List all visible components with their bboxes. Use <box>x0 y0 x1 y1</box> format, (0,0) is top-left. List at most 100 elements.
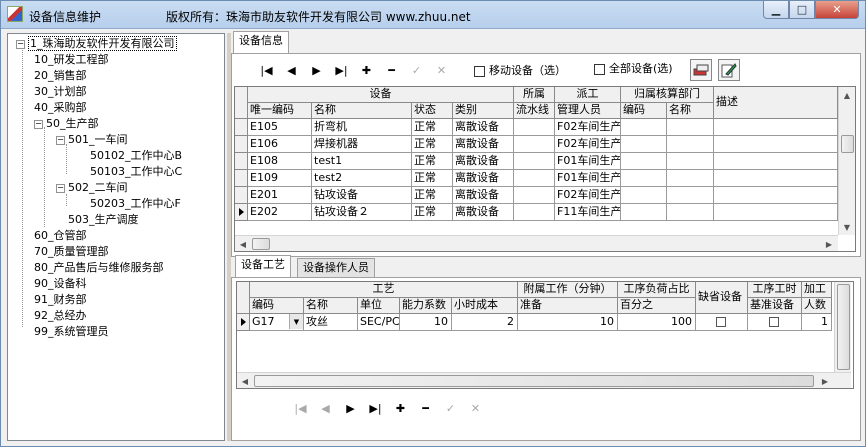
line-cell[interactable] <box>514 136 555 153</box>
dept-name-cell[interactable] <box>667 170 714 187</box>
scroll-thumb[interactable] <box>841 135 854 153</box>
post-record-button[interactable]: ✓ <box>404 60 429 80</box>
dept-name-cell[interactable] <box>667 136 714 153</box>
edit-notes-button[interactable] <box>718 59 740 81</box>
column-header-name[interactable]: 名称 <box>312 103 412 119</box>
row-indicator[interactable] <box>235 187 248 204</box>
department-tree[interactable]: −1_珠海助友软件开发有限公司 10_研发工程部 20_销售部 30_计划部 4… <box>7 33 225 441</box>
percent-cell[interactable]: 100 <box>618 314 696 331</box>
column-header-category[interactable]: 类别 <box>453 103 514 119</box>
manager-cell[interactable]: F11车间生产 <box>555 204 621 221</box>
maximize-button[interactable]: □ <box>789 1 815 19</box>
all-equipment-filter[interactable]: 全部设备(选) <box>594 62 673 76</box>
next-record-button[interactable]: ▶ <box>338 398 363 418</box>
column-header-dept-code[interactable]: 编码 <box>621 103 667 119</box>
row-indicator[interactable] <box>235 204 248 221</box>
category-cell[interactable]: 离散设备 <box>453 136 514 153</box>
scroll-right-icon[interactable]: ▶ <box>821 236 837 251</box>
std-device-cell[interactable] <box>748 314 802 331</box>
status-cell[interactable]: 正常 <box>412 187 453 204</box>
tree-item-dept[interactable]: 91_财务部 <box>34 292 87 308</box>
equipment-grid[interactable]: 设备 所属 派工 归属核算部门 描述 唯一编码 名称 状态 类别 流水线 管理人… <box>234 86 856 252</box>
column-header-hour-cost[interactable]: 小时成本 <box>452 298 518 314</box>
tree-item-dept[interactable]: 70_质量管理部 <box>34 244 109 260</box>
column-header-workers[interactable]: 人数 <box>802 298 832 314</box>
scroll-thumb[interactable] <box>837 284 850 370</box>
std-device-checkbox[interactable] <box>768 317 779 327</box>
category-cell[interactable]: 离散设备 <box>453 170 514 187</box>
column-header-unit[interactable]: 单位 <box>358 298 400 314</box>
first-record-button[interactable]: |◀ <box>288 398 313 418</box>
description-cell[interactable] <box>714 136 838 153</box>
manager-cell[interactable]: F02车间生产 <box>555 136 621 153</box>
scroll-down-icon[interactable]: ▼ <box>839 219 855 235</box>
tab-equipment-operators[interactable]: 设备操作人员 <box>297 258 375 278</box>
column-header-dept-name[interactable]: 名称 <box>667 103 714 119</box>
status-cell[interactable]: 正常 <box>412 153 453 170</box>
column-header-prepare[interactable]: 准备 <box>518 298 618 314</box>
tree-item-workcenter[interactable]: 50102_工作中心B <box>90 148 182 164</box>
process-grid-vscroll[interactable] <box>834 282 851 372</box>
collapse-icon[interactable]: − <box>34 119 43 129</box>
description-cell[interactable] <box>714 153 838 170</box>
tab-equipment-process[interactable]: 设备工艺 <box>235 255 291 277</box>
dept-code-cell[interactable] <box>621 204 667 221</box>
name-cell[interactable]: 焊接机器 <box>312 136 412 153</box>
manager-cell[interactable]: F02车间生产 <box>555 187 621 204</box>
tree-item-dept[interactable]: 92_总经办 <box>34 308 87 324</box>
tree-item-dept[interactable]: 30_计划部 <box>34 84 87 100</box>
tree-item-dept[interactable]: 40_采购部 <box>34 100 87 116</box>
row-indicator[interactable] <box>235 119 248 136</box>
status-cell[interactable]: 正常 <box>412 170 453 187</box>
name-cell[interactable]: test2 <box>312 170 412 187</box>
column-header-code[interactable]: 唯一编码 <box>248 103 312 119</box>
code-cell[interactable]: E109 <box>248 170 312 187</box>
close-button[interactable]: ✕ <box>815 1 859 19</box>
name-cell[interactable]: 钻攻设备 <box>312 187 412 204</box>
dept-name-cell[interactable] <box>667 153 714 170</box>
row-indicator[interactable] <box>235 153 248 170</box>
code-cell[interactable]: E106 <box>248 136 312 153</box>
dept-code-cell[interactable] <box>621 136 667 153</box>
mobile-equipment-filter[interactable]: 移动设备（选） <box>474 64 566 78</box>
capacity-cell[interactable]: 10 <box>400 314 452 331</box>
hour-cost-cell[interactable]: 2 <box>452 314 518 331</box>
row-indicator[interactable] <box>235 170 248 187</box>
tree-item-dept[interactable]: 60_仓管部 <box>34 228 87 244</box>
scroll-thumb[interactable] <box>254 375 814 387</box>
equipment-grid-hscroll[interactable]: ◀ ▶ <box>235 235 838 251</box>
tree-item-dept[interactable]: 20_销售部 <box>34 68 87 84</box>
eraser-button[interactable] <box>690 59 712 81</box>
cancel-edit-button[interactable]: ✕ <box>463 398 488 418</box>
name-cell[interactable]: 钻攻设备２ <box>312 204 412 221</box>
dept-code-cell[interactable] <box>621 170 667 187</box>
row-indicator[interactable] <box>235 136 248 153</box>
delete-record-button[interactable]: ━ <box>413 398 438 418</box>
tree-item-workshop-2[interactable]: −502_二车间 <box>56 180 128 196</box>
description-cell[interactable] <box>714 170 838 187</box>
dept-code-cell[interactable] <box>621 153 667 170</box>
manager-cell[interactable]: F02车间生产 <box>555 119 621 136</box>
tree-item-dept[interactable]: 80_产品售后与维修服务部 <box>34 260 164 276</box>
column-header-std-device[interactable]: 基准设备 <box>748 298 802 314</box>
collapse-icon[interactable]: − <box>56 135 65 145</box>
line-cell[interactable] <box>514 170 555 187</box>
tree-item-production[interactable]: −50_生产部 <box>34 116 99 132</box>
tree-item-dept[interactable]: 90_设备科 <box>34 276 87 292</box>
status-cell[interactable]: 正常 <box>412 204 453 221</box>
name-cell[interactable]: 折弯机 <box>312 119 412 136</box>
scroll-right-icon[interactable]: ▶ <box>817 373 833 388</box>
category-cell[interactable]: 离散设备 <box>453 119 514 136</box>
cancel-edit-button[interactable]: ✕ <box>429 60 454 80</box>
title-bar[interactable]: 设备信息维护 版权所有：珠海市助友软件开发有限公司 www.zhuu.net ▁… <box>1 1 865 29</box>
dept-code-cell[interactable] <box>621 187 667 204</box>
workers-cell[interactable]: 1 <box>802 314 832 331</box>
dept-name-cell[interactable] <box>667 119 714 136</box>
scroll-left-icon[interactable]: ◀ <box>237 373 253 388</box>
next-record-button[interactable]: ▶ <box>304 60 329 80</box>
prev-record-button[interactable]: ◀ <box>279 60 304 80</box>
last-record-button[interactable]: ▶| <box>363 398 388 418</box>
column-header-status[interactable]: 状态 <box>412 103 453 119</box>
scroll-thumb[interactable] <box>252 238 270 250</box>
column-header-process-code[interactable]: 编码 <box>250 298 304 314</box>
